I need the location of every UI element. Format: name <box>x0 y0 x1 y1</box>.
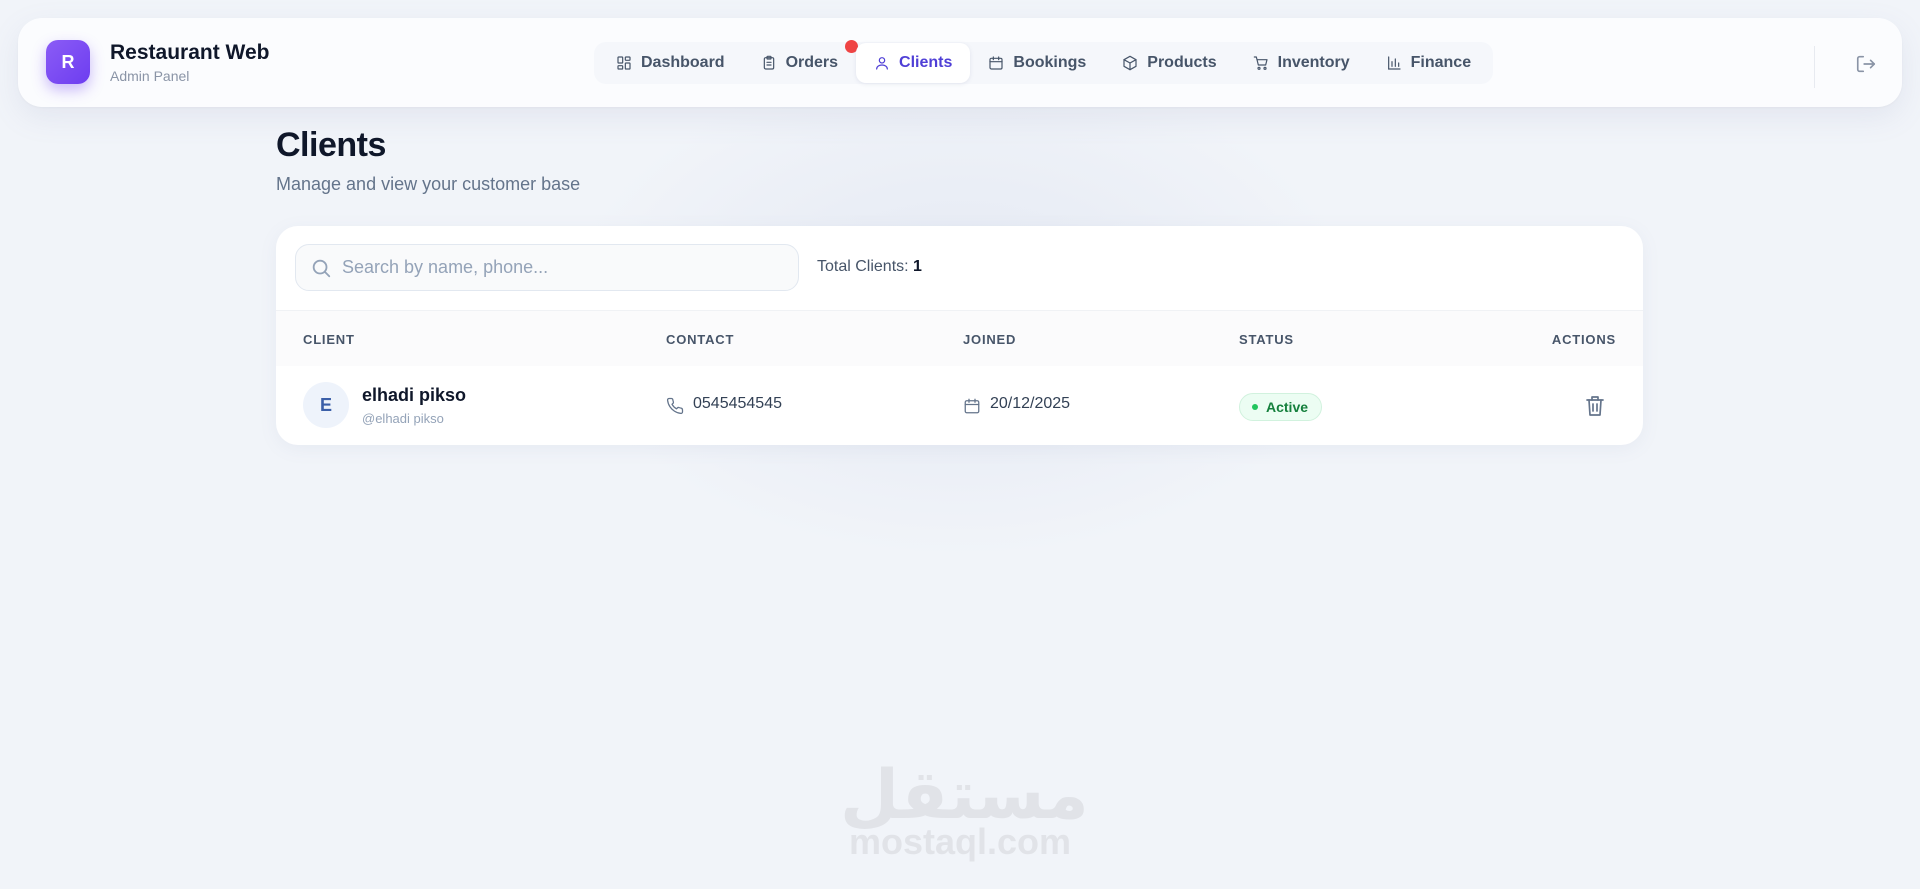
nav-item-label: Orders <box>785 54 839 71</box>
logout-icon <box>1856 55 1876 73</box>
cart-icon <box>1253 56 1268 70</box>
nav-item-dashboard[interactable]: Dashboard <box>598 43 743 83</box>
nav-item-label: Dashboard <box>641 54 725 71</box>
main-nav: Dashboard Orders Clients Bookings Produc… <box>594 40 1494 84</box>
table-header: CLIENT CONTACT JOINED STATUS ACTIONS <box>276 310 1643 366</box>
clients-card: Total Clients: 1 CLIENT CONTACT JOINED S… <box>276 226 1643 445</box>
trash-icon <box>1586 396 1604 416</box>
phone-icon <box>666 397 684 415</box>
total-clients: Total Clients: 1 <box>817 258 922 276</box>
nav-item-label: Products <box>1147 54 1217 71</box>
box-icon <box>1123 55 1137 71</box>
search-input[interactable] <box>342 257 782 278</box>
nav-item-bookings[interactable]: Bookings <box>970 43 1104 83</box>
total-clients-count: 1 <box>913 258 922 275</box>
column-header-contact[interactable]: CONTACT <box>666 332 734 347</box>
nav-item-label: Bookings <box>1013 54 1087 71</box>
status-dot <box>1252 404 1258 410</box>
page-subtitle: Manage and view your customer base <box>276 174 581 194</box>
column-header-joined[interactable]: JOINED <box>963 332 1016 347</box>
calendar-icon <box>989 56 1003 70</box>
nav-item-inventory[interactable]: Inventory <box>1235 43 1368 83</box>
user-icon <box>876 57 888 70</box>
status-badge: Active <box>1239 393 1323 421</box>
watermark-latin: mostaql.com <box>848 821 1072 862</box>
calendar-icon <box>964 398 980 414</box>
nav-item-orders[interactable]: Orders <box>743 40 859 83</box>
column-header-actions: ACTIONS <box>1551 332 1616 347</box>
dashboard-grid-icon <box>617 56 631 70</box>
nav-item-label: Clients <box>899 54 953 71</box>
search-box[interactable] <box>295 244 799 291</box>
watermark: مستقل mostaql.com <box>840 760 1089 862</box>
client-joined-date: 20/12/2025 <box>990 395 1071 412</box>
header-divider <box>1814 46 1815 88</box>
client-handle: @elhadi pikso <box>362 411 444 426</box>
total-clients-label: Total Clients: <box>817 258 909 275</box>
nav-item-label: Inventory <box>1277 54 1350 71</box>
nav-item-finance[interactable]: Finance <box>1368 43 1489 83</box>
top-navbar: R Restaurant Web Admin Panel Dashboard O… <box>18 18 1902 107</box>
brand-title: Restaurant Web <box>110 41 270 64</box>
brand-subtitle: Admin Panel <box>110 68 190 84</box>
client-phone: 0545454545 <box>693 395 782 412</box>
nav-item-products[interactable]: Products <box>1104 43 1234 83</box>
column-header-status[interactable]: STATUS <box>1239 332 1294 347</box>
bar-chart-icon <box>1387 56 1401 70</box>
nav-item-label: Finance <box>1410 54 1472 71</box>
brand[interactable]: R Restaurant Web Admin Panel <box>46 40 269 84</box>
client-name: elhadi pikso <box>362 385 467 405</box>
table-row[interactable]: E elhadi pikso @elhadi pikso 0545454545 … <box>276 366 1643 445</box>
status-label: Active <box>1266 399 1309 415</box>
search-icon <box>312 259 331 277</box>
page-title: Clients <box>276 126 386 164</box>
column-header-client[interactable]: CLIENT <box>303 332 355 347</box>
avatar: E <box>303 382 349 428</box>
logout-button[interactable] <box>1854 52 1878 76</box>
brand-logo: R <box>46 40 90 84</box>
delete-button[interactable] <box>1584 394 1606 418</box>
clipboard-icon <box>763 55 774 70</box>
nav-item-clients[interactable]: Clients <box>856 43 971 83</box>
